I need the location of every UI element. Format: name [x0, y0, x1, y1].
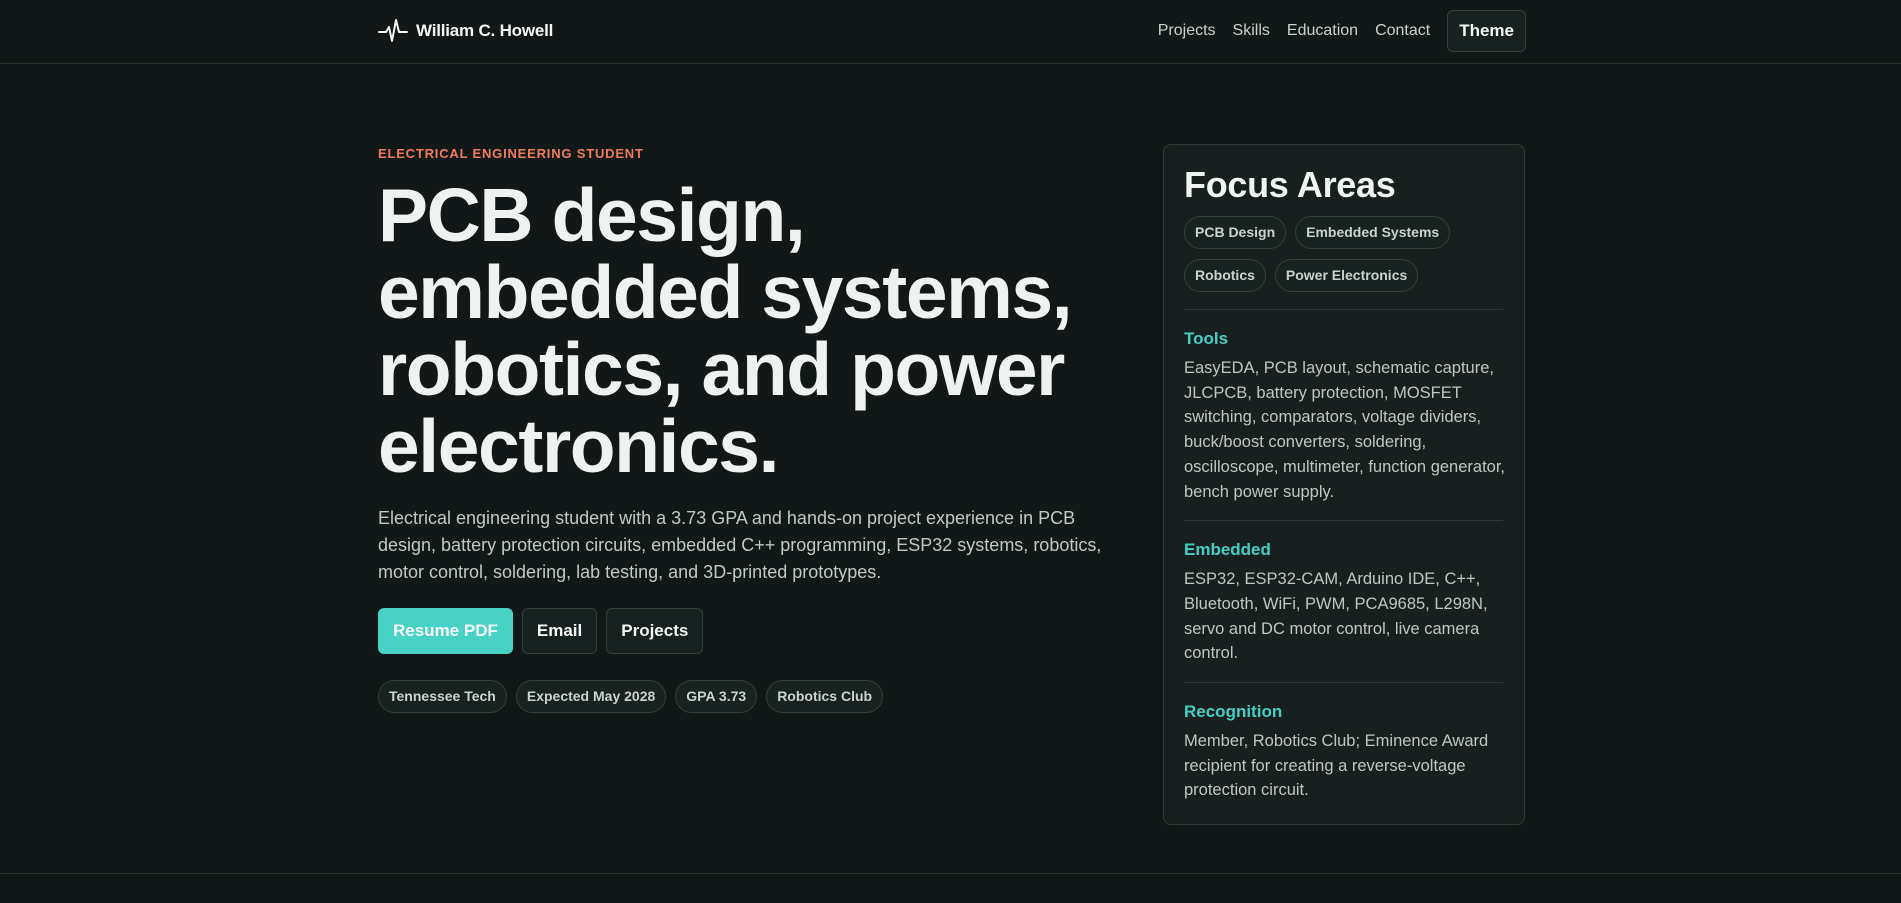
- fact-chip-graduation: Expected May 2028: [515, 680, 667, 713]
- fact-chip-school: Tennessee Tech: [378, 680, 507, 713]
- section-divider: [1184, 682, 1503, 684]
- focus-tag: Embedded Systems: [1295, 216, 1451, 249]
- hero-actions: Resume PDF Email Projects: [378, 608, 1128, 654]
- top-navigation-bar: William C. Howell Projects Skills Educat…: [0, 0, 1901, 64]
- section-divider: [0, 873, 1901, 874]
- projects-button[interactable]: Projects: [606, 608, 704, 654]
- focus-tag: Robotics: [1184, 259, 1266, 292]
- nav-link-education[interactable]: Education: [1287, 10, 1358, 52]
- fact-chip-club: Robotics Club: [766, 680, 884, 713]
- hero-eyebrow: ELECTRICAL ENGINEERING STUDENT: [378, 146, 644, 161]
- portfolio-page: William C. Howell Projects Skills Educat…: [0, 0, 1901, 903]
- pulse-waveform-icon: [378, 17, 408, 45]
- tools-section: Tools EasyEDA, PCB layout, schematic cap…: [1184, 328, 1506, 504]
- section-divider: [1184, 520, 1503, 522]
- resume-pdf-button[interactable]: Resume PDF: [378, 608, 513, 654]
- theme-toggle-button[interactable]: Theme: [1447, 10, 1526, 52]
- focus-tag: Power Electronics: [1274, 259, 1419, 292]
- hero-intro: Electrical engineering student with a 3.…: [378, 508, 1102, 582]
- embedded-body: ESP32, ESP32-CAM, Arduino IDE, C++, Blue…: [1184, 570, 1488, 663]
- tools-body: EasyEDA, PCB layout, schematic capture, …: [1184, 359, 1506, 501]
- recognition-section: Recognition Member, Robotics Club; Emine…: [1184, 701, 1503, 803]
- nav-link-contact[interactable]: Contact: [1375, 10, 1430, 52]
- hero-headline: PCB design, embedded systems, robotics, …: [378, 173, 1073, 488]
- embedded-section: Embedded ESP32, ESP32-CAM, Arduino IDE, …: [1184, 539, 1503, 666]
- fact-chip-gpa: GPA 3.73: [675, 680, 758, 713]
- recognition-title: Recognition: [1184, 702, 1283, 722]
- section-divider: [1184, 309, 1503, 310]
- tools-title: Tools: [1184, 329, 1229, 348]
- recognition-body: Member, Robotics Club; Eminence Award re…: [1184, 732, 1489, 800]
- hero-section: ELECTRICAL ENGINEERING STUDENT PCB desig…: [378, 146, 1128, 713]
- email-button[interactable]: Email: [521, 608, 598, 654]
- focus-tags: PCB Design Embedded Systems Robotics Pow…: [1184, 216, 1504, 292]
- focus-areas-title: Focus Areas: [1184, 164, 1396, 205]
- brand-link[interactable]: William C. Howell: [378, 17, 553, 45]
- hero-facts: Tennessee Tech Expected May 2028 GPA 3.7…: [378, 680, 1128, 713]
- focus-areas-card: Focus Areas PCB Design Embedded Systems …: [1163, 144, 1525, 825]
- focus-tag: PCB Design: [1184, 216, 1287, 249]
- nav-link-projects[interactable]: Projects: [1158, 10, 1216, 52]
- brand-name: William C. Howell: [416, 21, 554, 40]
- nav-link-skills[interactable]: Skills: [1233, 10, 1270, 52]
- main-nav: Projects Skills Education Contact Theme: [1158, 10, 1526, 52]
- embedded-title: Embedded: [1184, 540, 1271, 560]
